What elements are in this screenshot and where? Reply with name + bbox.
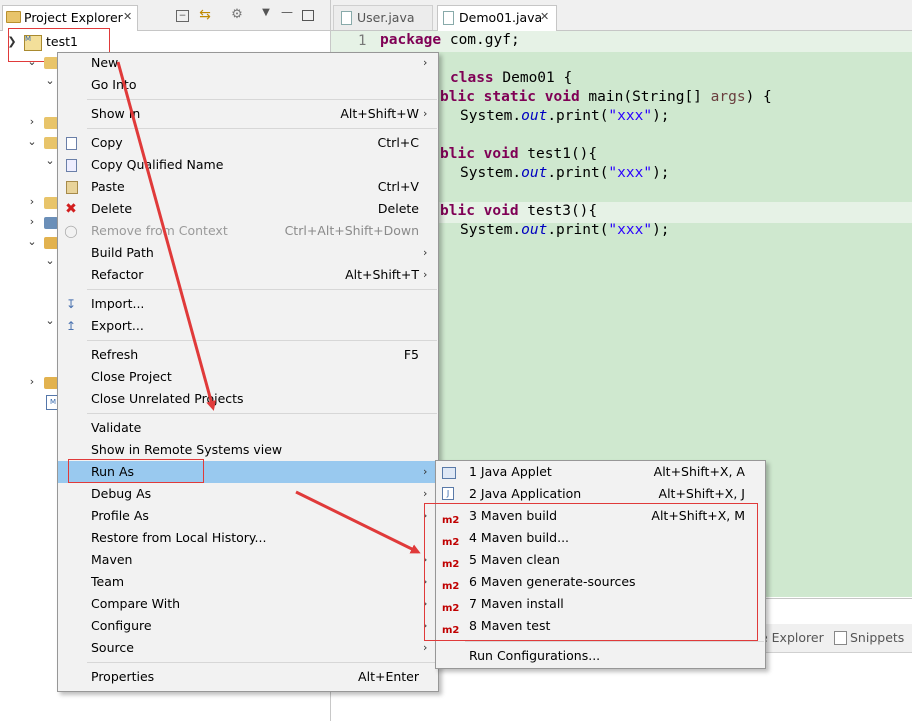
annotation-arrow xyxy=(116,61,216,411)
annotation-arrows xyxy=(116,61,421,554)
annotation-arrow xyxy=(295,490,421,554)
